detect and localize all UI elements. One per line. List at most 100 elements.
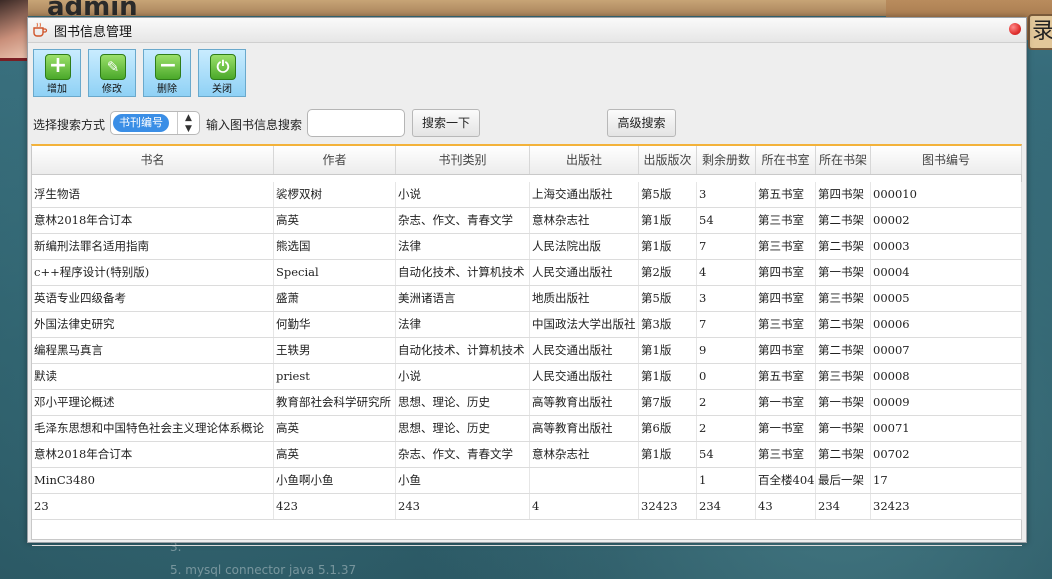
cell-book-title[interactable]: 邓小平理论概述 xyxy=(32,390,274,415)
cell-publisher[interactable]: 上海交通出版社 xyxy=(530,182,639,207)
cell-category[interactable]: 杂志、作文、青春文学 xyxy=(396,442,530,467)
cell-category[interactable]: 自动化技术、计算机技术 xyxy=(396,260,530,285)
cell-shelf[interactable]: 第二书架 xyxy=(816,312,871,337)
cell-publisher[interactable]: 人民交通出版社 xyxy=(530,338,639,363)
cell-shelf[interactable]: 234 xyxy=(816,494,871,519)
cell-shelf[interactable]: 第二书架 xyxy=(816,208,871,233)
cell-book-title[interactable]: MinC3480 xyxy=(32,468,274,493)
cell-book-id[interactable]: 00002 xyxy=(871,208,1022,233)
cell-category[interactable]: 杂志、作文、青春文学 xyxy=(396,208,530,233)
cell-edition[interactable]: 第5版 xyxy=(639,182,697,207)
cell-remaining-copies[interactable]: 3 xyxy=(697,286,756,311)
cell-remaining-copies[interactable]: 54 xyxy=(697,208,756,233)
table-row[interactable]: MinC3480 小鱼啊小鱼 小鱼 1 百全楼404 最后一架 17 xyxy=(32,468,1022,494)
cell-edition[interactable]: 第2版 xyxy=(639,260,697,285)
cell-book-title[interactable]: 默读 xyxy=(32,364,274,389)
cell-author[interactable]: 教育部社会科学研究所 xyxy=(274,390,396,415)
column-header-edition[interactable]: 出版版次 xyxy=(639,146,697,174)
cell-category[interactable]: 小说 xyxy=(396,364,530,389)
cell-book-id[interactable]: 00005 xyxy=(871,286,1022,311)
cell-author[interactable]: 熊选国 xyxy=(274,234,396,259)
cell-shelf[interactable]: 第二书架 xyxy=(816,442,871,467)
cell-book-id[interactable]: 32423 xyxy=(871,494,1022,519)
cell-room[interactable]: 第三书室 xyxy=(756,442,816,467)
cell-author[interactable]: 何勤华 xyxy=(274,312,396,337)
cell-book-id[interactable]: 00008 xyxy=(871,364,1022,389)
cell-remaining-copies[interactable]: 3 xyxy=(697,182,756,207)
cell-remaining-copies[interactable]: 7 xyxy=(697,234,756,259)
cell-book-title[interactable]: c++程序设计(特别版) xyxy=(32,260,274,285)
cell-publisher[interactable] xyxy=(530,468,639,493)
cell-book-title[interactable]: 意林2018年合订本 xyxy=(32,208,274,233)
cell-book-title[interactable]: 意林2018年合订本 xyxy=(32,442,274,467)
cell-shelf[interactable]: 第一书架 xyxy=(816,416,871,441)
delete-button[interactable]: − 删除 xyxy=(143,49,191,97)
cell-remaining-copies[interactable]: 54 xyxy=(697,442,756,467)
table-row[interactable]: 英语专业四级备考 盛萧 美洲诸语言 地质出版社 第5版 3 第四书室 第三书架 00005 xyxy=(32,286,1022,312)
cell-author[interactable]: 小鱼啊小鱼 xyxy=(274,468,396,493)
table-row[interactable]: 外国法律史研究 何勤华 法律 中国政法大学出版社 第3版 7 第三书室 第二书架 00006 xyxy=(32,312,1022,338)
cell-author[interactable]: 裟椤双树 xyxy=(274,182,396,207)
table-row[interactable]: 毛泽东思想和中国特色社会主义理论体系概论 高英 思想、理论、历史 高等教育出版社 第6版… xyxy=(32,416,1022,442)
column-header-remaining-copies[interactable]: 剩余册数 xyxy=(697,146,756,174)
cell-edition[interactable]: 第1版 xyxy=(639,338,697,363)
cell-shelf[interactable]: 第一书架 xyxy=(816,390,871,415)
cell-room[interactable]: 第一书室 xyxy=(756,390,816,415)
table-row[interactable]: 浮生物语 裟椤双树 小说 上海交通出版社 第5版 3 第五书室 第四书架 000010 xyxy=(32,182,1022,208)
cell-room[interactable]: 第四书室 xyxy=(756,286,816,311)
cell-category[interactable]: 美洲诸语言 xyxy=(396,286,530,311)
cell-shelf[interactable]: 第二书架 xyxy=(816,234,871,259)
column-header-category[interactable]: 书刊类别 xyxy=(396,146,530,174)
cell-edition[interactable]: 第1版 xyxy=(639,442,697,467)
cell-remaining-copies[interactable]: 1 xyxy=(697,468,756,493)
cell-publisher[interactable]: 意林杂志社 xyxy=(530,442,639,467)
table-row[interactable]: c++程序设计(特别版) Special 自动化技术、计算机技术 人民交通出版社 第2版… xyxy=(32,260,1022,286)
cell-room[interactable]: 第一书室 xyxy=(756,416,816,441)
cell-category[interactable]: 243 xyxy=(396,494,530,519)
cell-book-id[interactable]: 00071 xyxy=(871,416,1022,441)
cell-shelf[interactable]: 第四书架 xyxy=(816,182,871,207)
cell-room[interactable]: 百全楼404 xyxy=(756,468,816,493)
cell-publisher[interactable]: 高等教育出版社 xyxy=(530,416,639,441)
add-button[interactable]: + 增加 xyxy=(33,49,81,97)
cell-publisher[interactable]: 意林杂志社 xyxy=(530,208,639,233)
cell-room[interactable]: 第三书室 xyxy=(756,234,816,259)
cell-category[interactable]: 小说 xyxy=(396,182,530,207)
cell-publisher[interactable]: 中国政法大学出版社 xyxy=(530,312,639,337)
window-title-bar[interactable]: 图书信息管理 xyxy=(28,18,1026,43)
cell-publisher[interactable]: 高等教育出版社 xyxy=(530,390,639,415)
cell-book-id[interactable]: 00007 xyxy=(871,338,1022,363)
table-row[interactable]: 默读 priest 小说 人民交通出版社 第1版 0 第五书室 第三书架 00008 xyxy=(32,364,1022,390)
cell-author[interactable]: Special xyxy=(274,260,396,285)
advanced-search-button[interactable]: 高级搜索 xyxy=(607,109,676,137)
cell-author[interactable]: 高英 xyxy=(274,442,396,467)
cell-category[interactable]: 自动化技术、计算机技术 xyxy=(396,338,530,363)
table-row[interactable]: 邓小平理论概述 教育部社会科学研究所 思想、理论、历史 高等教育出版社 第7版 2 第一书室… xyxy=(32,390,1022,416)
cell-remaining-copies[interactable]: 0 xyxy=(697,364,756,389)
cell-author[interactable]: 高英 xyxy=(274,416,396,441)
cell-shelf[interactable]: 第三书架 xyxy=(816,364,871,389)
search-button[interactable]: 搜索一下 xyxy=(412,109,480,137)
cell-edition[interactable]: 第1版 xyxy=(639,234,697,259)
cell-publisher[interactable]: 人民交通出版社 xyxy=(530,260,639,285)
cell-remaining-copies[interactable]: 9 xyxy=(697,338,756,363)
cell-edition[interactable]: 第7版 xyxy=(639,390,697,415)
cell-remaining-copies[interactable]: 234 xyxy=(697,494,756,519)
cell-shelf[interactable]: 第三书架 xyxy=(816,286,871,311)
cell-author[interactable]: 423 xyxy=(274,494,396,519)
cell-room[interactable]: 第三书室 xyxy=(756,208,816,233)
window-close-button[interactable] xyxy=(1009,23,1021,35)
cell-edition[interactable]: 32423 xyxy=(639,494,697,519)
cell-publisher[interactable]: 人民交通出版社 xyxy=(530,364,639,389)
cell-edition[interactable]: 第6版 xyxy=(639,416,697,441)
cell-remaining-copies[interactable]: 2 xyxy=(697,390,756,415)
table-row[interactable]: 新编刑法罪名适用指南 熊选国 法律 人民法院出版 第1版 7 第三书室 第二书架 00003 xyxy=(32,234,1022,260)
table-row[interactable]: 23 423 243 4 32423 234 43 234 32423 xyxy=(32,494,1022,520)
table-row[interactable]: 编程黑马真言 王轶男 自动化技术、计算机技术 人民交通出版社 第1版 9 第四书室 第二书架 0… xyxy=(32,338,1022,364)
cell-room[interactable]: 第三书室 xyxy=(756,312,816,337)
search-mode-select[interactable]: 书刊编号 ▲ ▼ xyxy=(110,111,200,135)
search-input[interactable] xyxy=(307,109,405,137)
column-header-book-id[interactable]: 图书编号 xyxy=(871,146,1022,174)
cell-book-id[interactable]: 00009 xyxy=(871,390,1022,415)
cell-publisher[interactable]: 人民法院出版 xyxy=(530,234,639,259)
